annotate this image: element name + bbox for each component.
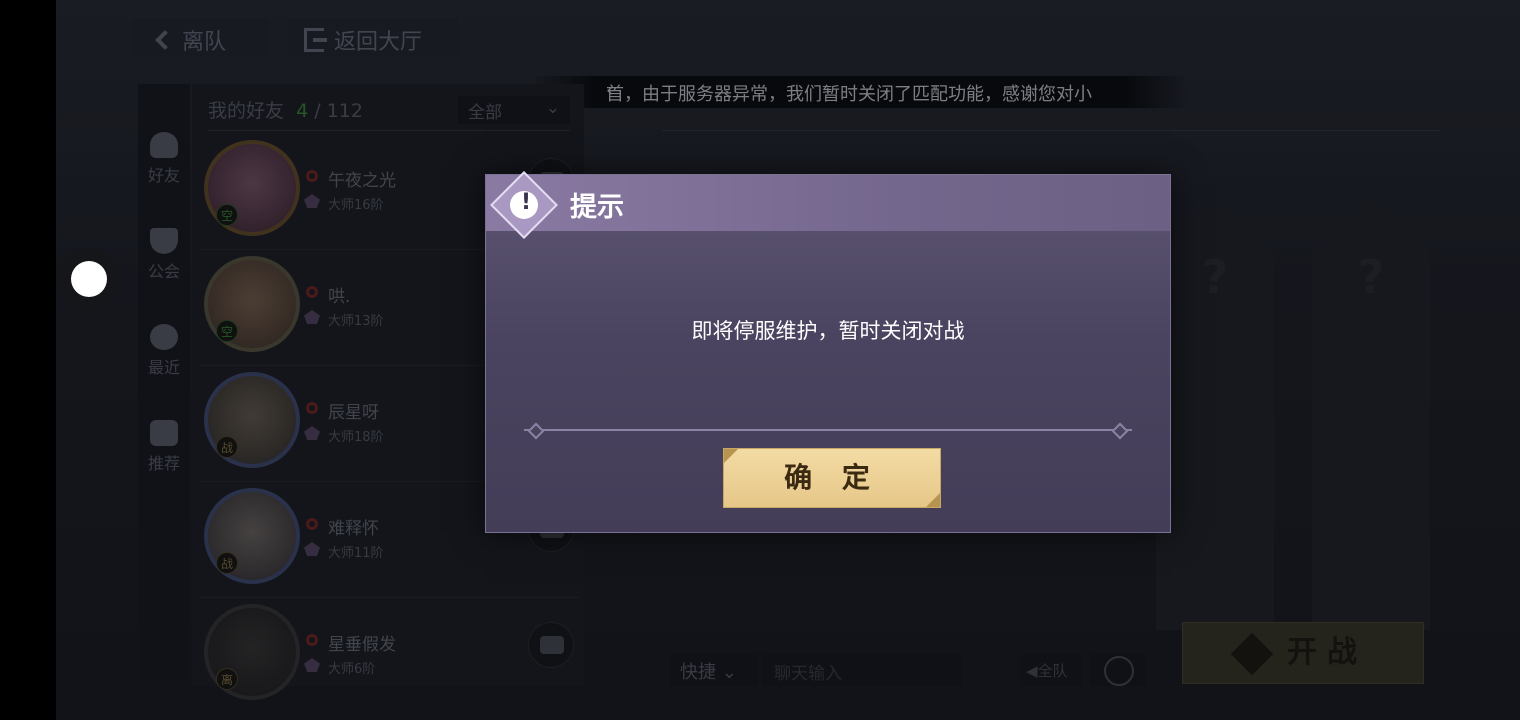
divider: [524, 429, 1132, 431]
confirm-label: 确 定: [784, 461, 880, 494]
dialog-title: 提示: [570, 192, 624, 223]
exclamation-icon: !: [520, 190, 532, 215]
notice-dialog: ! 提示 即将停服维护，暂时关闭对战 确 定: [485, 171, 1171, 533]
corner-decoration: [724, 449, 738, 463]
dialog-message: 即将停服维护，暂时关闭对战: [691, 319, 965, 343]
corner-decoration: [926, 493, 940, 507]
confirm-button[interactable]: 确 定: [723, 448, 941, 508]
floating-assist-button[interactable]: [58, 248, 120, 310]
left-black-bar: [0, 0, 56, 720]
